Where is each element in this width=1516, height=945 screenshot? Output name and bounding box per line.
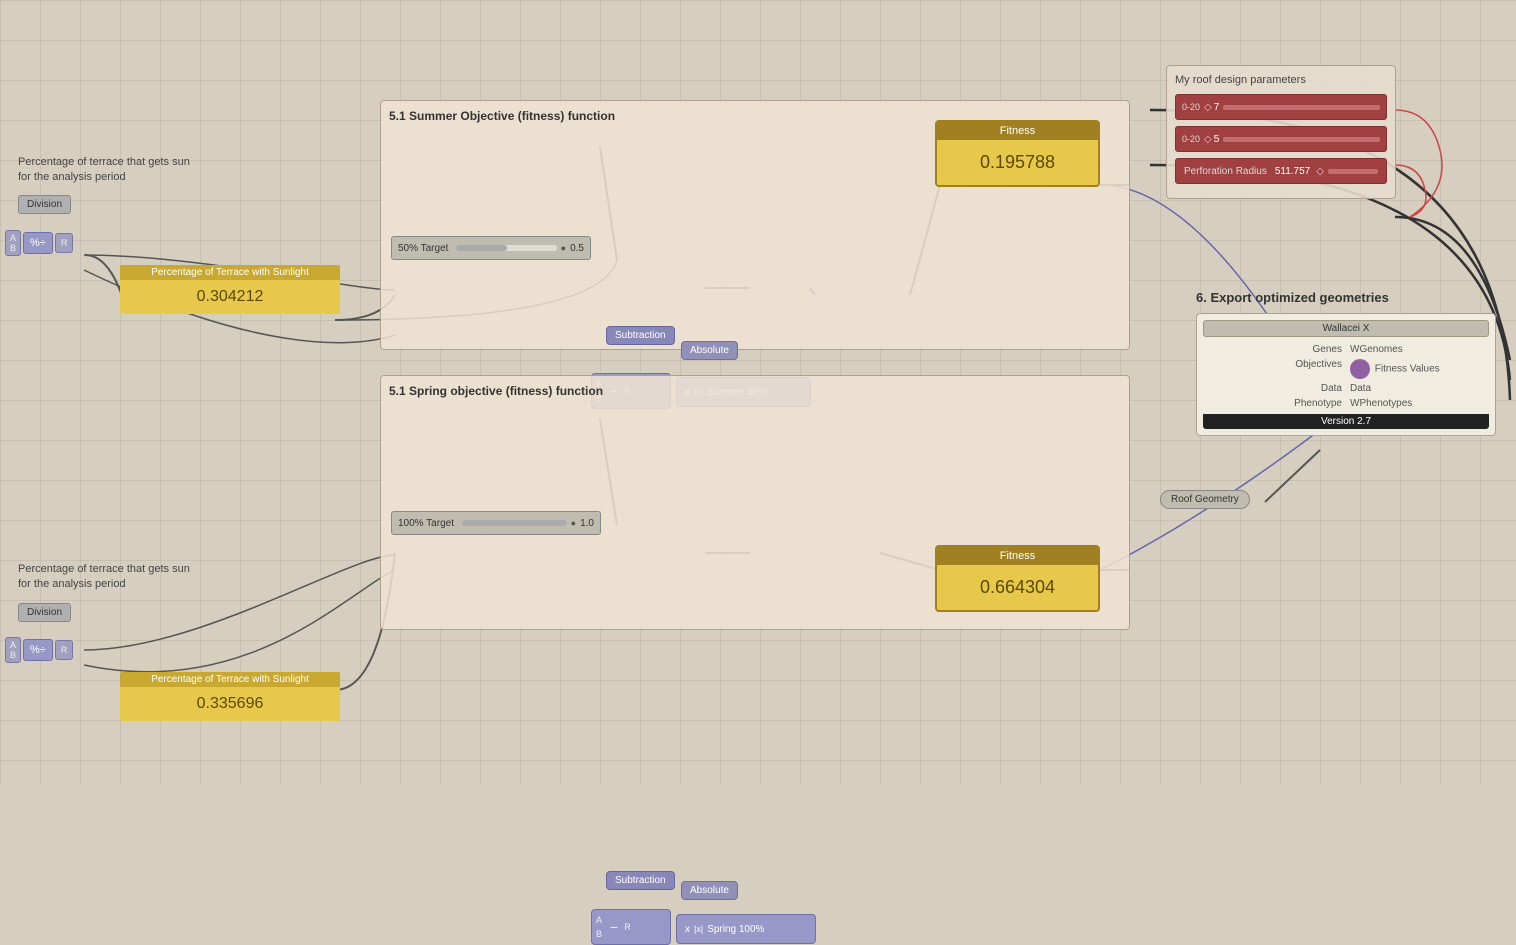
wallacei-avatar	[1350, 359, 1370, 379]
wallacei-data-right: Data	[1350, 382, 1489, 395]
wallacei-genes-left: Genes	[1203, 343, 1342, 356]
division-node-2[interactable]: Division	[18, 603, 71, 622]
wallacei-grid: Genes WGenomes Objectives Fitness Values…	[1203, 343, 1489, 410]
left-label-2: Percentage of terrace that gets sun for …	[18, 562, 198, 593]
wallacei-fitness-right: Fitness Values	[1350, 358, 1489, 380]
export-panel: 6. Export optimized geometries Wallacei …	[1196, 290, 1496, 436]
absolute-node-summer[interactable]: Absolute	[681, 341, 738, 360]
ab-node-2: A B %÷ R	[5, 637, 73, 663]
wallacei-phenotype-left: Phenotype	[1203, 397, 1342, 410]
subtraction-node-spring[interactable]: Subtraction	[606, 871, 675, 890]
wallacei-box: Wallacei X Genes WGenomes Objectives Fit…	[1196, 313, 1496, 436]
sunlight-node-2: Percentage of Terrace with Sunlight 0.33…	[120, 672, 340, 721]
param-slider-2[interactable]: 0-20 ◇ 5	[1175, 126, 1387, 152]
canvas: Percentage of terrace that gets sun for …	[0, 0, 1516, 785]
fitness-node-spring: Fitness 0.664304	[935, 545, 1100, 612]
absolute-node-spring[interactable]: Absolute	[681, 881, 738, 900]
wallacei-header[interactable]: Wallacei X	[1203, 320, 1489, 337]
division-node-1[interactable]: Division	[18, 195, 71, 214]
wallacei-version: Version 2.7	[1203, 414, 1489, 429]
sunlight-node-1: Percentage of Terrace with Sunlight 0.30…	[120, 265, 340, 314]
perforation-slider[interactable]: Perforation Radius 511.757 ◇	[1175, 158, 1387, 184]
spring-panel-title: 5.1 Spring objective (fitness) function	[389, 384, 1121, 398]
roof-geometry-node[interactable]: Roof Geometry	[1160, 490, 1250, 509]
wallacei-objectives-left: Objectives	[1203, 358, 1342, 380]
param-row-perforation: Perforation Radius 511.757 ◇	[1175, 158, 1387, 184]
param-row-1: 0-20 ◇ 7	[1175, 94, 1387, 120]
ab-node-1: A B %÷ R	[5, 230, 73, 256]
left-label-1: Percentage of terrace that gets sun for …	[18, 155, 198, 186]
param-slider-1[interactable]: 0-20 ◇ 7	[1175, 94, 1387, 120]
design-params-title: My roof design parameters	[1175, 74, 1387, 86]
fitness-node-summer: Fitness 0.195788	[935, 120, 1100, 187]
spring-percent-node[interactable]: x |x| Spring 100%	[676, 914, 816, 944]
param-row-2: 0-20 ◇ 5	[1175, 126, 1387, 152]
wallacei-wphenotypes-right: WPhenotypes	[1350, 397, 1489, 410]
subtraction-node-summer[interactable]: Subtraction	[606, 326, 675, 345]
export-title: 6. Export optimized geometries	[1196, 290, 1496, 305]
design-params-panel: My roof design parameters 0-20 ◇ 7 0-20 …	[1166, 65, 1396, 199]
subtract-op-spring[interactable]: A B − R	[591, 909, 671, 945]
wallacei-data-left: Data	[1203, 382, 1342, 395]
summer-slider[interactable]: 50% Target ● 0.5	[391, 236, 591, 260]
spring-slider[interactable]: 100% Target ● 1.0	[391, 511, 601, 535]
wallacei-wgenomes-right: WGenomes	[1350, 343, 1489, 356]
